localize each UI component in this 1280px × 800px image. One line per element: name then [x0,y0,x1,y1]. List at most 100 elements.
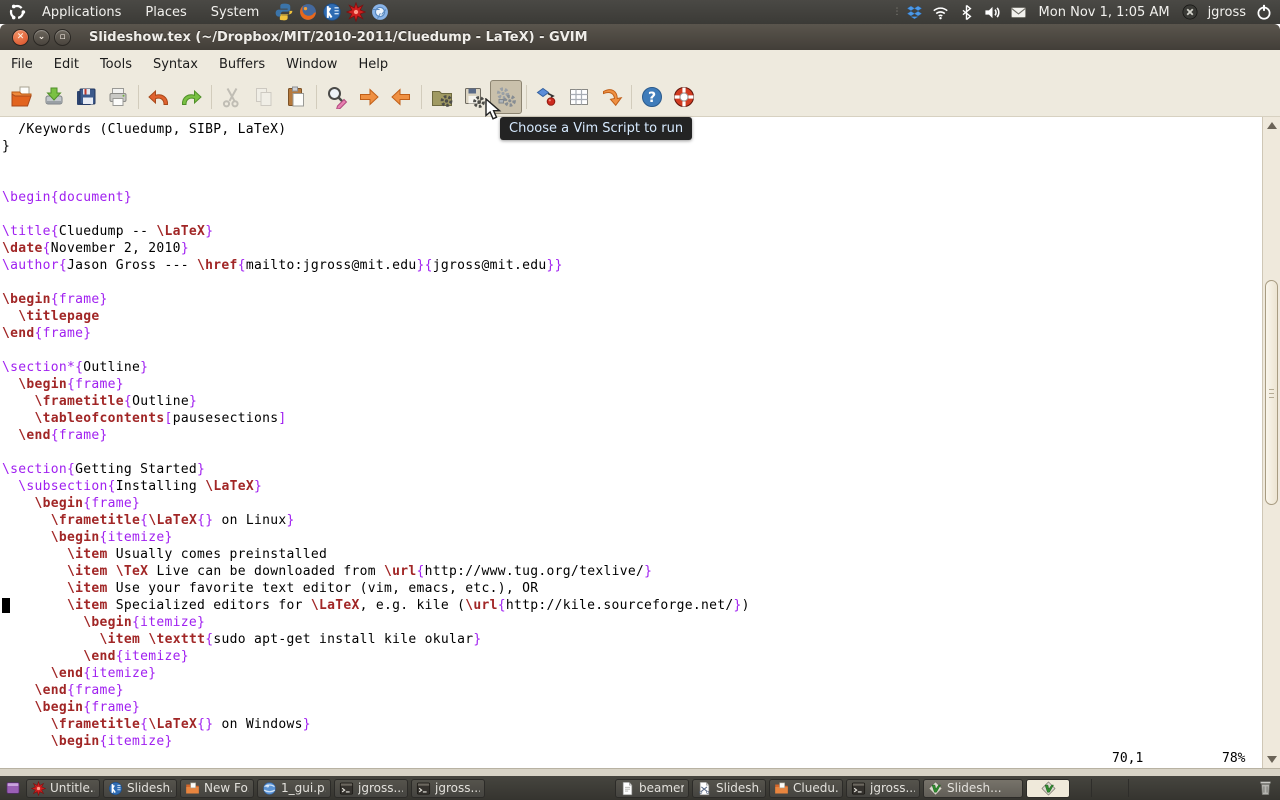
taskbar-button-new fo[interactable]: New Fo... [180,779,254,798]
taskbar-button-untitle[interactable]: Untitle... [26,779,100,798]
scrollbar-thumb[interactable] [1265,280,1278,505]
code-line[interactable]: \end{frame} [2,682,1262,699]
code-line[interactable]: \frametitle{\LaTeX{} on Linux} [2,512,1262,529]
code-line[interactable]: \section{Getting Started} [2,461,1262,478]
toolbar-button-redo[interactable] [175,80,207,114]
scroll-up-arrow-icon[interactable] [1267,122,1277,129]
kile-icon[interactable] [321,1,343,23]
toolbar-button-find-prev[interactable] [385,80,417,114]
clock[interactable]: Mon Nov 1, 1:05 AM [1035,5,1174,20]
wifi-icon[interactable] [931,2,951,22]
panel-menu-places[interactable]: Places [134,0,197,24]
taskbar-button-cluedu[interactable]: Cluedu... [769,779,843,798]
ubuntu-logo-icon[interactable] [6,1,28,23]
chromium-icon[interactable] [369,1,391,23]
code-line[interactable]: \begin{frame} [2,291,1262,308]
code-line[interactable]: \end{frame} [2,325,1262,342]
scroll-down-arrow-icon[interactable] [1267,756,1277,763]
toolbar-button-find-help[interactable] [668,80,700,114]
taskbar-button-slidesh[interactable]: Slidesh... [923,779,1023,798]
taskbar-button-jgross[interactable]: jgross... [846,779,920,798]
code-line[interactable]: \frametitle{\LaTeX{} on Windows} [2,716,1262,733]
toolbar-button-build-tags[interactable] [563,80,595,114]
code-line[interactable]: \item \TeX Live can be downloaded from \… [2,563,1262,580]
code-line[interactable]: \item Use your favorite text editor (vim… [2,580,1262,597]
code-line[interactable] [2,155,1262,172]
code-line[interactable]: \author{Jason Gross --- \href{mailto:jgr… [2,257,1262,274]
toolbar-button-make[interactable] [531,80,563,114]
bluetooth-icon[interactable] [957,2,977,22]
code-line[interactable]: \subsection{Installing \LaTeX} [2,478,1262,495]
code-line[interactable] [2,206,1262,223]
minimize-button[interactable]: ⌄ [33,29,50,46]
code-line[interactable] [2,342,1262,359]
red-starburst-icon[interactable] [345,1,367,23]
close-button[interactable]: ✕ [12,29,29,46]
firefox-icon[interactable] [297,1,319,23]
menu-syntax[interactable]: Syntax [143,52,208,77]
volume-icon[interactable] [983,2,1003,22]
code-line[interactable]: \begin{document} [2,189,1262,206]
taskbar-button-1_guip[interactable]: 1_gui.p... [257,779,331,798]
menu-edit[interactable]: Edit [44,52,89,77]
toolbar-button-save-file[interactable] [38,80,70,114]
toolbar-button-find-replace[interactable] [321,80,353,114]
menu-window[interactable]: Window [276,52,347,77]
panel-menu-system[interactable]: System [200,0,270,24]
code-line[interactable]: \begin{itemize} [2,529,1262,546]
code-line[interactable]: \begin{itemize} [2,614,1262,631]
taskbar-button-flash[interactable] [1026,779,1070,798]
editor-text-area[interactable]: /Keywords (Cluedump, SIBP, LaTeX)}\begin… [0,117,1280,768]
toolbar-button-print[interactable] [102,80,134,114]
power-icon[interactable] [1254,2,1274,22]
python-icon[interactable] [273,1,295,23]
code-line[interactable] [2,444,1262,461]
menu-help[interactable]: Help [348,52,398,77]
code-line[interactable]: \begin{frame} [2,699,1262,716]
applet-handle[interactable]: ⋮ [893,7,899,17]
menu-tools[interactable]: Tools [90,52,142,77]
taskbar-button-slidesh[interactable]: Slidesh... [103,779,177,798]
toolbar-button-open-file[interactable] [6,80,38,114]
code-line[interactable] [2,274,1262,291]
code-line[interactable]: \title{Cluedump -- \LaTeX} [2,223,1262,240]
code-line[interactable]: \begin{itemize} [2,733,1262,750]
code-line[interactable]: \begin{frame} [2,376,1262,393]
menu-file[interactable]: File [1,52,43,77]
toolbar-button-help[interactable]: ? [636,80,668,114]
mail-icon[interactable] [1009,2,1029,22]
code-line[interactable]: \frametitle{Outline} [2,393,1262,410]
code-line[interactable]: \begin{frame} [2,495,1262,512]
code-line[interactable]: \end{frame} [2,427,1262,444]
code-line[interactable]: \end{itemize} [2,648,1262,665]
window-selector-icon[interactable] [0,780,26,796]
toolbar-button-tag-jump[interactable] [595,80,627,114]
panel-menu-applications[interactable]: Applications [31,0,132,24]
taskbar-button-beamer[interactable]: beamer... [615,779,689,798]
toolbar-button-paste[interactable] [280,80,312,114]
toolbar-button-load-session[interactable] [426,80,458,114]
code-line[interactable] [2,172,1262,189]
code-line[interactable]: \date{November 2, 2010} [2,240,1262,257]
taskbar-button-jgross[interactable]: jgross... [334,779,408,798]
toolbar-button-find-next[interactable] [353,80,385,114]
code-line[interactable]: \section*{Outline} [2,359,1262,376]
menu-buffers[interactable]: Buffers [209,52,275,77]
maximize-button[interactable]: ▫ [54,29,71,46]
code-line[interactable]: \item \texttt{sudo apt-get install kile … [2,631,1262,648]
titlebar[interactable]: ✕ ⌄ ▫ Slideshow.tex (~/Dropbox/MIT/2010-… [0,24,1280,50]
taskbar-button-jgross[interactable]: jgross... [411,779,485,798]
code-line[interactable]: \tableofcontents[pausesections] [2,410,1262,427]
code-line[interactable]: \titlepage [2,308,1262,325]
username[interactable]: jgross [1206,5,1248,20]
dropbox-icon[interactable] [905,2,925,22]
scrollbar[interactable] [1262,117,1280,768]
code-line[interactable]: \end{itemize} [2,665,1262,682]
taskbar-button-slidesh[interactable]: Slidesh... [692,779,766,798]
toolbar-button-undo[interactable] [143,80,175,114]
code-line[interactable]: \item Usually comes preinstalled [2,546,1262,563]
presence-icon[interactable] [1180,2,1200,22]
code-line[interactable]: \item Specialized editors for \LaTeX, e.… [2,597,1262,614]
code-line[interactable]: } [2,138,1262,155]
toolbar-button-save-all[interactable] [70,80,102,114]
